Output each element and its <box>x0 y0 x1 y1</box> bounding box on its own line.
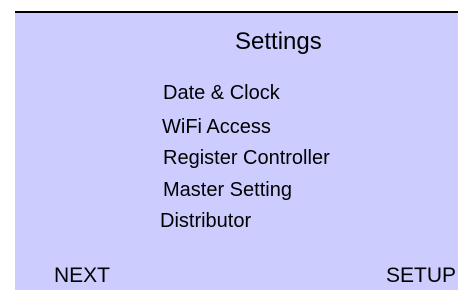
menu-item-date-clock[interactable]: Date & Clock <box>163 80 280 106</box>
page-title: Settings <box>235 28 322 55</box>
menu-item-wifi-access[interactable]: WiFi Access <box>162 114 271 140</box>
menu-item-distributor[interactable]: Distributor <box>160 208 251 234</box>
setup-softkey[interactable]: SETUP <box>386 263 456 289</box>
next-softkey[interactable]: NEXT <box>54 263 110 289</box>
menu-item-master-setting[interactable]: Master Setting <box>163 177 292 203</box>
settings-screen: Settings Date & Clock WiFi Access Regist… <box>15 11 458 290</box>
menu-item-register-controller[interactable]: Register Controller <box>163 145 330 171</box>
